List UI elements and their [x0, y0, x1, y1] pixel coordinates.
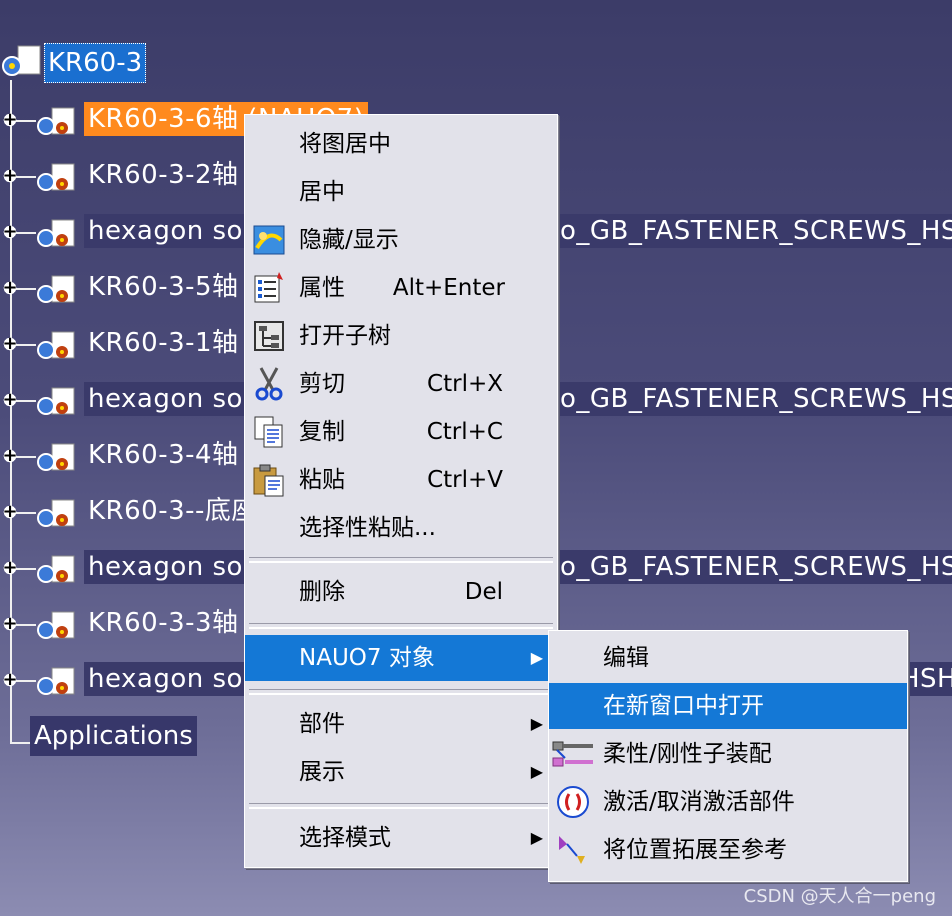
- tree-node-label[interactable]: KR60-3-2轴: [84, 158, 243, 192]
- subtree-icon: [254, 321, 284, 351]
- menu-item-center[interactable]: 居中: [245, 169, 557, 215]
- menu-item-hide-show[interactable]: 隐藏/显示: [245, 217, 557, 263]
- tree-node-label[interactable]: hexagon so: [84, 214, 247, 248]
- object-submenu: 编辑 在新窗口中打开 柔性/刚性子装配 激活/取消激活部件 将位置拓展至参考: [548, 630, 908, 882]
- submenu-item-flexible-rigid[interactable]: 柔性/刚性子装配: [549, 731, 907, 777]
- properties-icon: [254, 272, 283, 303]
- menu-item-selection-mode[interactable]: 选择模式 ▶: [245, 815, 557, 861]
- expand-icon[interactable]: +: [2, 391, 18, 409]
- part-icon: [37, 387, 75, 415]
- expand-icon[interactable]: +: [2, 111, 18, 129]
- expand-icon[interactable]: +: [2, 279, 18, 297]
- menu-item-delete[interactable]: 删除 Del: [245, 569, 557, 615]
- submenu-item-edit[interactable]: 编辑: [549, 635, 907, 681]
- menu-separator: [249, 803, 553, 809]
- submenu-item-propagate-position[interactable]: 将位置拓展至参考: [549, 827, 907, 873]
- part-icon: [37, 611, 75, 639]
- tree-node-label[interactable]: KR60-3--底座: [84, 494, 262, 528]
- propagate-position-icon: [559, 836, 585, 864]
- part-icon: [37, 219, 75, 247]
- menu-item-cut[interactable]: 剪切 Ctrl+X: [245, 361, 557, 407]
- submenu-arrow-icon: ▶: [530, 714, 543, 733]
- submenu-item-activate[interactable]: 激活/取消激活部件: [549, 779, 907, 825]
- tree-node-label[interactable]: hexagon so: [84, 382, 247, 416]
- part-icon: [37, 163, 75, 191]
- copy-icon: [254, 416, 283, 448]
- expand-icon[interactable]: +: [2, 335, 18, 353]
- menu-item-nauo7-object[interactable]: NAUO7 对象 ▶: [245, 635, 557, 681]
- part-icon: [37, 443, 75, 471]
- context-menu: 将图居中 居中 隐藏/显示 属性 Alt+Enter 打开子树 剪切 Ctrl+…: [244, 114, 558, 868]
- scissors-icon: [255, 367, 283, 401]
- product-root-icon: [2, 45, 41, 76]
- tree-node-label[interactable]: KR60-3-1轴: [84, 326, 243, 360]
- part-icon: [37, 499, 75, 527]
- menu-item-paste-special[interactable]: 选择性粘贴...: [245, 505, 557, 551]
- part-icon: [37, 331, 75, 359]
- paste-icon: [253, 464, 284, 497]
- expand-icon[interactable]: +: [2, 223, 18, 241]
- tree-node-label-tail: o_GB_FASTENER_SCREWS_HSH: [560, 216, 952, 246]
- activate-icon: [557, 786, 589, 818]
- watermark: CSDN @天人合一peng: [743, 886, 936, 907]
- menu-separator: [249, 623, 553, 629]
- tree-node-label[interactable]: KR60-3-3轴: [84, 606, 243, 640]
- expand-icon[interactable]: +: [2, 559, 18, 577]
- tree-node-label-tail: o_GB_FASTENER_SCREWS_HSH: [560, 552, 952, 582]
- menu-separator: [249, 689, 553, 695]
- tree-node-label[interactable]: hexagon so: [84, 662, 247, 696]
- menu-item-component[interactable]: 部件 ▶: [245, 701, 557, 747]
- expand-icon[interactable]: +: [2, 615, 18, 633]
- part-icon: [37, 555, 75, 583]
- part-icon: [37, 107, 75, 135]
- menu-item-center-graph[interactable]: 将图居中: [245, 121, 557, 167]
- submenu-arrow-icon: ▶: [530, 648, 543, 667]
- menu-item-copy[interactable]: 复制 Ctrl+C: [245, 409, 557, 455]
- hide-show-icon: [253, 225, 285, 255]
- tree-node-label[interactable]: KR60-3-4轴: [84, 438, 243, 472]
- submenu-item-open-new-window[interactable]: 在新窗口中打开: [549, 683, 907, 729]
- tree-root-label[interactable]: KR60-3: [44, 43, 147, 83]
- expand-icon[interactable]: +: [2, 503, 18, 521]
- menu-separator: [249, 557, 553, 563]
- tree-node-label-tail: o_GB_FASTENER_SCREWS_HSH: [560, 384, 952, 414]
- menu-item-open-subtree[interactable]: 打开子树: [245, 313, 557, 359]
- tree-node-label[interactable]: hexagon so: [84, 550, 247, 584]
- expand-icon[interactable]: +: [2, 167, 18, 185]
- menu-item-representation[interactable]: 展示 ▶: [245, 749, 557, 795]
- expand-icon[interactable]: +: [2, 671, 18, 689]
- submenu-arrow-icon: ▶: [530, 762, 543, 781]
- expand-icon[interactable]: +: [2, 447, 18, 465]
- part-icon: [37, 667, 75, 695]
- flexible-assembly-icon: [552, 741, 593, 767]
- part-icon: [37, 275, 75, 303]
- tree-node-label[interactable]: KR60-3-5轴: [84, 270, 243, 304]
- applications-node[interactable]: Applications: [30, 716, 197, 756]
- menu-item-paste[interactable]: 粘贴 Ctrl+V: [245, 457, 557, 503]
- menu-item-properties[interactable]: 属性 Alt+Enter: [245, 265, 557, 311]
- submenu-arrow-icon: ▶: [530, 828, 543, 847]
